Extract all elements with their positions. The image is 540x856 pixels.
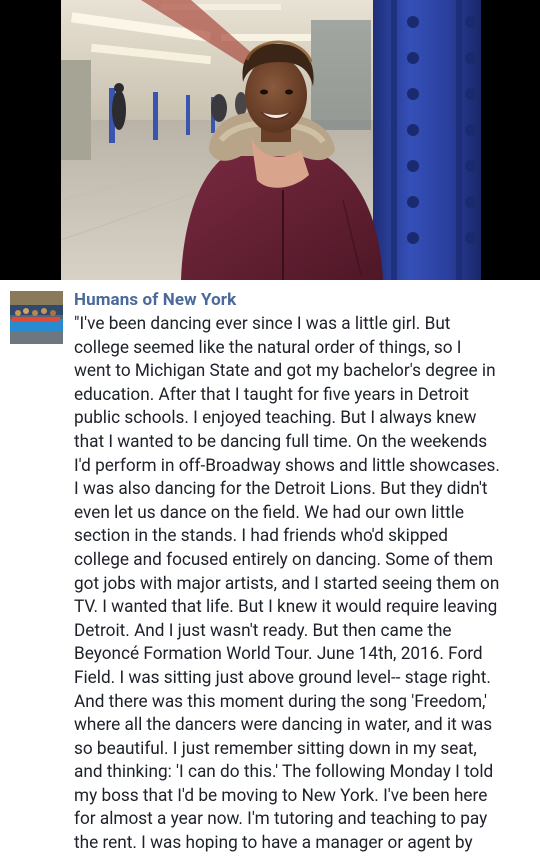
post-body-line: that I wanted to be dancing full time. O… bbox=[74, 431, 488, 452]
post-body-line: the rent. I was hoping to have a manager… bbox=[74, 833, 473, 854]
post-body-line: Beyoncé Formation World Tour. June 14th,… bbox=[74, 644, 483, 665]
post-author[interactable]: Humans of New York bbox=[74, 290, 236, 310]
post-body-line: And there was this moment during the son… bbox=[74, 691, 487, 712]
post-body-line: I'd perform in off-Broadway shows and li… bbox=[74, 455, 500, 476]
post-body: "I've been dancing ever since I was a li… bbox=[74, 313, 536, 856]
post-body-line: where all the dancers were dancing in wa… bbox=[74, 715, 493, 736]
post-photo-container bbox=[0, 0, 540, 280]
post-body-line: section in the stands. I had friends who… bbox=[74, 526, 448, 547]
post-body-line: got jobs with major artists, and I start… bbox=[74, 573, 500, 594]
post-body-line: "I've been dancing ever since I was a li… bbox=[74, 314, 451, 334]
post-body-line: Field. I was sitting just above ground l… bbox=[74, 667, 491, 688]
photo-woman-in-subway bbox=[61, 0, 481, 280]
post-body-line: Detroit. And I just wasn't ready. But th… bbox=[74, 620, 452, 641]
post-body-line: education. After that I taught for five … bbox=[74, 384, 469, 405]
post-body-line: college and focused entirely on dancing.… bbox=[74, 549, 494, 570]
post-body-line: public schools. I enjoyed teaching. But … bbox=[74, 408, 477, 429]
post-body-line: college seemed like the natural order of… bbox=[74, 337, 462, 358]
post-body-line: and thinking: 'I can do this.' The follo… bbox=[74, 762, 494, 783]
post-body-line: I was also dancing for the Detroit Lions… bbox=[74, 479, 488, 500]
post-body-line: even let us dance on the field. We had o… bbox=[74, 502, 464, 523]
post-body-line: for almost a year now. I'm tutoring and … bbox=[74, 809, 488, 830]
post-card: Humans of New York "I've been dancing ev… bbox=[0, 280, 540, 853]
avatar-image bbox=[10, 291, 63, 344]
post-body-line: TV. I wanted that life. But I knew it wo… bbox=[74, 597, 498, 618]
post-body-line: my boss that I'd be moving to New York. … bbox=[74, 785, 488, 806]
page-avatar[interactable] bbox=[10, 291, 63, 344]
post-photo[interactable] bbox=[61, 0, 481, 280]
post-body-line: so beautiful. I just remember sitting do… bbox=[74, 738, 477, 759]
post-body-line: went to Michigan State and got my bachel… bbox=[74, 361, 496, 382]
